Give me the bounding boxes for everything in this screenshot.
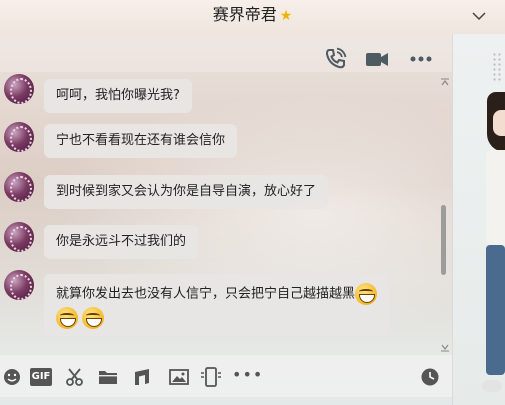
grin-emoji-icon (82, 307, 105, 329)
chevron-down-icon[interactable] (471, 8, 487, 24)
more-options-icon[interactable] (408, 46, 434, 72)
message-bubble[interactable]: 就算你发出去也没有人信宁，只会把宁自己越描越黑 (44, 274, 390, 336)
message-text: 你是永远斗不过我们的 (56, 234, 187, 249)
avatar[interactable] (4, 172, 34, 202)
avatar[interactable] (4, 122, 34, 152)
scroll-down-icon[interactable] (440, 344, 450, 352)
vip-star-icon: ★ (279, 8, 293, 24)
profile-figure-shoe (482, 380, 502, 392)
device-icon[interactable] (200, 367, 222, 387)
folder-icon[interactable] (97, 367, 119, 387)
scrollbar-thumb[interactable] (441, 205, 446, 275)
contact-name: 赛界帝君 (212, 5, 277, 24)
side-decoration (492, 52, 502, 82)
more-tools-button[interactable]: ••• (232, 365, 263, 384)
message-bubble[interactable]: 呵呵，我怕你曝光我? (44, 79, 192, 113)
avatar[interactable] (4, 74, 34, 104)
message-list[interactable]: 呵呵，我怕你曝光我? 宁也不看看现在还有谁会信你 到时候到家又会认为你是自导自演… (0, 72, 452, 355)
message-bubble[interactable]: 宁也不看看现在还有谁会信你 (44, 124, 238, 158)
window-title: 赛界帝君 ★ (0, 0, 505, 34)
scroll-up-icon[interactable] (440, 78, 450, 86)
profile-figure-body (486, 150, 505, 245)
message-text: 宁也不看看现在还有谁会信你 (56, 133, 226, 148)
message-text: 就算你发出去也没有人信宁，只会把宁自己越描越黑 (56, 286, 356, 302)
grin-emoji-icon (355, 283, 378, 305)
message-text: 到时候到家又会认为你是自导自演，放心好了 (56, 184, 317, 199)
message-text: 呵呵，我怕你曝光我? (56, 88, 180, 103)
emoji-icon[interactable] (2, 367, 24, 387)
music-icon[interactable] (132, 367, 154, 387)
voice-call-icon[interactable] (322, 46, 348, 72)
image-icon[interactable] (168, 367, 190, 387)
grin-emoji-icon (56, 307, 78, 329)
avatar[interactable] (4, 222, 34, 252)
message-bubble[interactable]: 你是永远斗不过我们的 (44, 225, 199, 259)
gif-button[interactable]: GIF (30, 368, 52, 386)
screenshot-scissors-icon[interactable] (64, 367, 86, 387)
avatar[interactable] (4, 270, 34, 300)
history-clock-icon[interactable] (420, 367, 442, 387)
chat-toolbar (322, 44, 442, 74)
profile-figure-legs (486, 245, 505, 375)
message-bubble[interactable]: 到时候到家又会认为你是自导自演，放心好了 (44, 175, 329, 209)
video-call-icon[interactable] (364, 46, 390, 72)
input-toolbar: GIF ••• (0, 355, 452, 397)
profile-figure-face (493, 110, 505, 136)
